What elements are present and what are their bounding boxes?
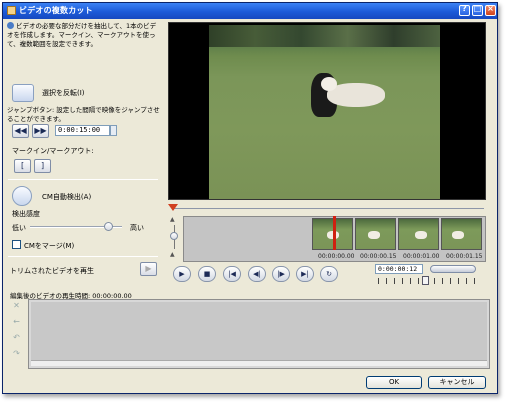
- invert-selection-icon[interactable]: [12, 84, 34, 102]
- cm-merge-label[interactable]: CMをマージ(M): [24, 241, 74, 251]
- position-scrubber[interactable]: [168, 204, 486, 214]
- divider: [8, 179, 158, 180]
- timeline-zoom[interactable]: ▲ ▲: [170, 216, 180, 260]
- video-frame: [209, 25, 440, 199]
- sensitivity-label: 検出感度: [12, 210, 40, 218]
- undo-icon[interactable]: ↶: [10, 332, 23, 345]
- thumbnail-strip: [312, 218, 484, 250]
- go-start-button[interactable]: |◀: [223, 266, 241, 282]
- go-start-icon: |◀: [228, 270, 236, 278]
- time-label: 00:00:00.15: [360, 253, 397, 260]
- clip-list-scrollbar[interactable]: [31, 360, 487, 366]
- divider: [8, 256, 158, 257]
- next-frame-button[interactable]: |▶: [272, 266, 290, 282]
- jump-description: ジャンプボタン: 設定した間隔で映像をジャンプさせることができます。: [7, 106, 160, 123]
- play-icon: ▶: [179, 270, 185, 278]
- left-panel: ビデオの必要な部分だけを抽出して、1本のビデオを作成します。マークイン、マークア…: [4, 18, 164, 293]
- jump-forward-button[interactable]: ▶▶: [32, 124, 49, 138]
- thumbnail: [355, 218, 396, 250]
- jump-interval-input[interactable]: 0:00:15:00: [55, 125, 110, 136]
- timeline-playhead[interactable]: [333, 216, 336, 250]
- jump-back-button[interactable]: ◀◀: [12, 124, 29, 138]
- video-preview: [168, 22, 486, 200]
- position-marker[interactable]: [168, 204, 178, 211]
- stop-button[interactable]: ■: [198, 266, 216, 282]
- zoom-out-icon[interactable]: ▲: [170, 251, 175, 258]
- next-frame-icon: |▶: [277, 270, 285, 278]
- help-text: ビデオの必要な部分だけを抽出して、1本のビデオを作成します。マークイン、マークア…: [7, 22, 157, 48]
- app-icon: [7, 6, 16, 15]
- go-end-button[interactable]: ▶|: [296, 266, 314, 282]
- redo-icon[interactable]: ↷: [10, 348, 23, 361]
- clip-list[interactable]: [28, 299, 490, 369]
- invert-selection-label[interactable]: 選択を反転(I): [42, 88, 85, 98]
- prev-frame-icon: ◀|: [253, 270, 261, 278]
- ok-button[interactable]: OK: [366, 376, 422, 389]
- mark-label: マークイン/マークアウト:: [12, 147, 94, 155]
- sensitivity-slider-thumb[interactable]: [104, 222, 114, 231]
- clip-tools: ✕ ← ↶ ↷: [10, 300, 25, 366]
- cm-detect-label[interactable]: CM自動検出(A): [42, 192, 91, 202]
- cm-merge-checkbox[interactable]: [12, 240, 21, 249]
- window-title: ビデオの複数カット: [19, 6, 93, 15]
- interval-spinner[interactable]: [110, 125, 117, 136]
- mark-out-button[interactable]: ]: [34, 159, 51, 173]
- go-end-icon: ▶|: [301, 270, 309, 278]
- trim-play-label: トリムされたビデオを再生: [10, 267, 94, 275]
- thumbnail: [441, 218, 482, 250]
- shuttle-slider[interactable]: [430, 265, 476, 273]
- thumbnail: [398, 218, 439, 250]
- play-button[interactable]: ▶: [173, 266, 191, 282]
- move-left-icon[interactable]: ←: [10, 316, 23, 329]
- time-label: 00:00:01.00: [403, 253, 440, 260]
- trim-play-button[interactable]: ▶: [140, 262, 157, 276]
- zoom-in-icon[interactable]: ▲: [170, 216, 175, 223]
- white-dog-head: [321, 77, 337, 91]
- info-icon: [7, 22, 14, 29]
- prev-frame-button[interactable]: ◀|: [248, 266, 266, 282]
- repeat-button[interactable]: ↻: [320, 266, 338, 282]
- delete-clip-icon[interactable]: ✕: [10, 300, 23, 313]
- frame-ruler-thumb[interactable]: [422, 276, 429, 285]
- stop-icon: ■: [203, 270, 211, 278]
- repeat-icon: ↻: [326, 270, 332, 278]
- sensitivity-low-label: 低い: [12, 224, 26, 232]
- current-timecode[interactable]: 0:00:00:12: [375, 264, 423, 274]
- title-bar: ビデオの複数カット ? □ ×: [3, 3, 497, 19]
- help-button[interactable]: ?: [459, 4, 470, 16]
- time-label: 00:00:01.15: [446, 253, 483, 260]
- cm-detect-icon[interactable]: [12, 186, 32, 206]
- zoom-thumb[interactable]: [170, 232, 178, 240]
- sensitivity-high-label: 高い: [130, 224, 144, 232]
- close-button[interactable]: ×: [485, 4, 496, 16]
- mark-in-button[interactable]: [: [14, 159, 31, 173]
- time-label: 00:00:00.00: [318, 253, 355, 260]
- cancel-button[interactable]: キャンセル: [428, 376, 486, 389]
- maximize-button[interactable]: □: [472, 4, 483, 16]
